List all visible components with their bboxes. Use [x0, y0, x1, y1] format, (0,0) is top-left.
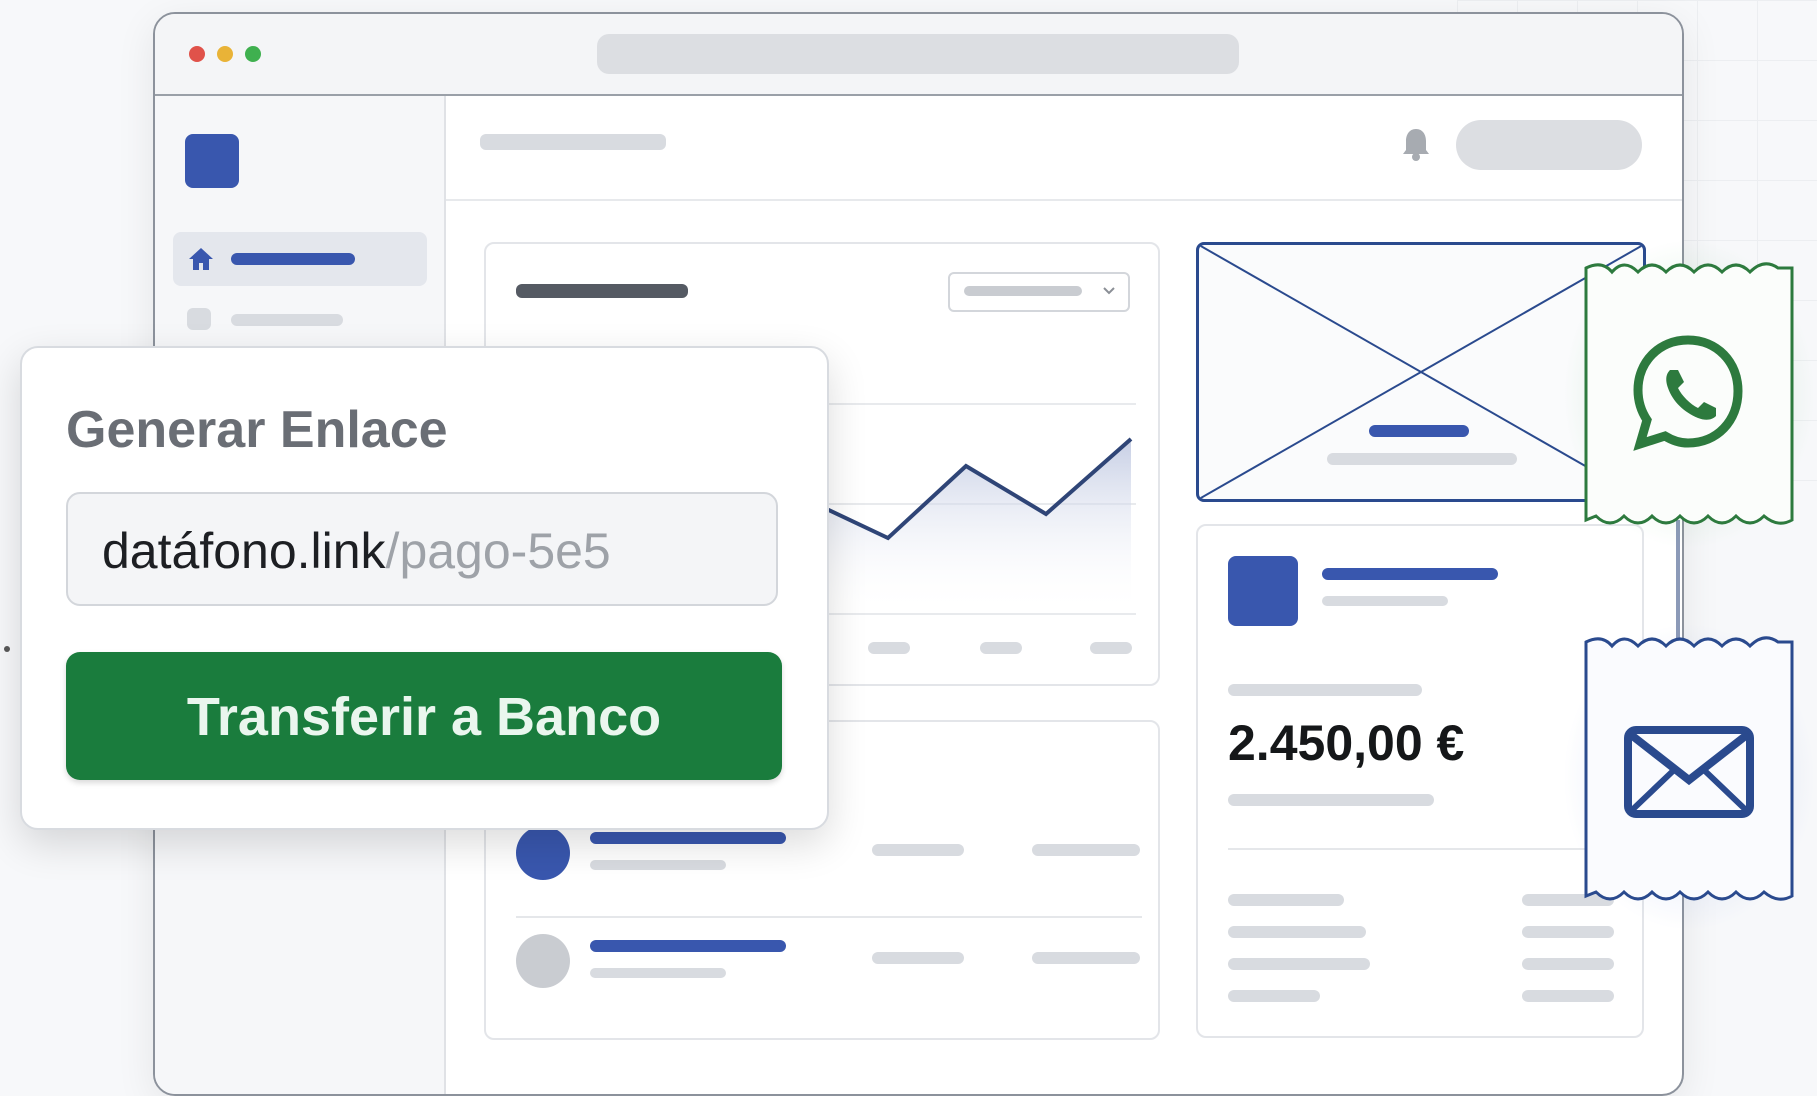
summary-avatar	[1228, 556, 1298, 626]
chevron-down-icon	[1103, 287, 1115, 295]
payment-link-field[interactable]: datáfono.link/pago-5e5	[66, 492, 778, 606]
amount-caption-placeholder	[1228, 794, 1434, 806]
detail-value-placeholder	[1522, 990, 1614, 1002]
x-tick-placeholder	[868, 642, 910, 654]
list-divider	[516, 916, 1142, 918]
image-caption-placeholder	[1327, 453, 1517, 465]
list-item-value-placeholder	[872, 952, 964, 964]
transfer-to-bank-button[interactable]: Transferir a Banco	[66, 652, 782, 780]
sidebar-item-label	[231, 314, 343, 326]
whatsapp-icon	[1633, 335, 1743, 451]
close-dot[interactable]	[189, 46, 205, 62]
amount-label-placeholder	[1228, 684, 1422, 696]
avatar	[516, 934, 570, 988]
period-dropdown[interactable]	[948, 272, 1130, 312]
list-item-title-placeholder	[590, 940, 786, 952]
link-domain: datáfono.link	[102, 523, 386, 579]
generate-link-popup: Generar Enlace datáfono.link/pago-5e5 Tr…	[20, 346, 829, 830]
chart-title-placeholder	[516, 284, 688, 298]
detail-line-placeholder	[1228, 990, 1320, 1002]
title-bar	[155, 14, 1682, 96]
address-bar[interactable]	[597, 34, 1239, 74]
x-tick-placeholder	[1090, 642, 1132, 654]
sidebar-item-label	[231, 253, 355, 265]
summary-divider	[1228, 848, 1612, 850]
sidebar-item-home[interactable]	[173, 232, 427, 286]
bell-icon[interactable]	[1400, 126, 1432, 162]
email-share-ticket[interactable]	[1562, 622, 1816, 932]
list-item-subtitle-placeholder	[590, 860, 726, 870]
avatar	[516, 826, 570, 880]
list-item[interactable]	[486, 818, 1156, 898]
summary-subtitle-placeholder	[1322, 596, 1448, 606]
app-logo	[185, 134, 239, 188]
list-item-value-placeholder	[1032, 844, 1140, 856]
image-caption-placeholder	[1369, 425, 1469, 437]
popup-title: Generar Enlace	[66, 401, 448, 459]
detail-line-placeholder	[1228, 958, 1370, 970]
link-path: /pago-5e5	[385, 523, 611, 579]
whatsapp-share-ticket[interactable]	[1562, 238, 1816, 550]
detail-line-placeholder	[1228, 926, 1366, 938]
list-item-title-placeholder	[590, 832, 786, 844]
amount-value: 2.450,00 €	[1228, 715, 1465, 771]
x-tick-placeholder	[980, 642, 1022, 654]
detail-value-placeholder	[1522, 958, 1614, 970]
top-header	[446, 96, 1682, 201]
list-item-value-placeholder	[872, 844, 964, 856]
detail-line-placeholder	[1228, 894, 1344, 906]
list-item[interactable]	[486, 926, 1156, 1006]
list-item-subtitle-placeholder	[590, 968, 726, 978]
envelope-icon	[1624, 726, 1754, 818]
sidebar-item-2[interactable]	[173, 296, 427, 342]
home-icon	[189, 248, 213, 270]
maximize-dot[interactable]	[245, 46, 261, 62]
bullet-dot	[4, 646, 10, 652]
header-title-placeholder	[480, 134, 666, 150]
summary-title-placeholder	[1322, 568, 1498, 580]
dropdown-value-placeholder	[964, 286, 1082, 296]
minimize-dot[interactable]	[217, 46, 233, 62]
user-menu-placeholder[interactable]	[1456, 120, 1642, 170]
sidebar-item-icon	[187, 308, 211, 330]
list-item-value-placeholder	[1032, 952, 1140, 964]
